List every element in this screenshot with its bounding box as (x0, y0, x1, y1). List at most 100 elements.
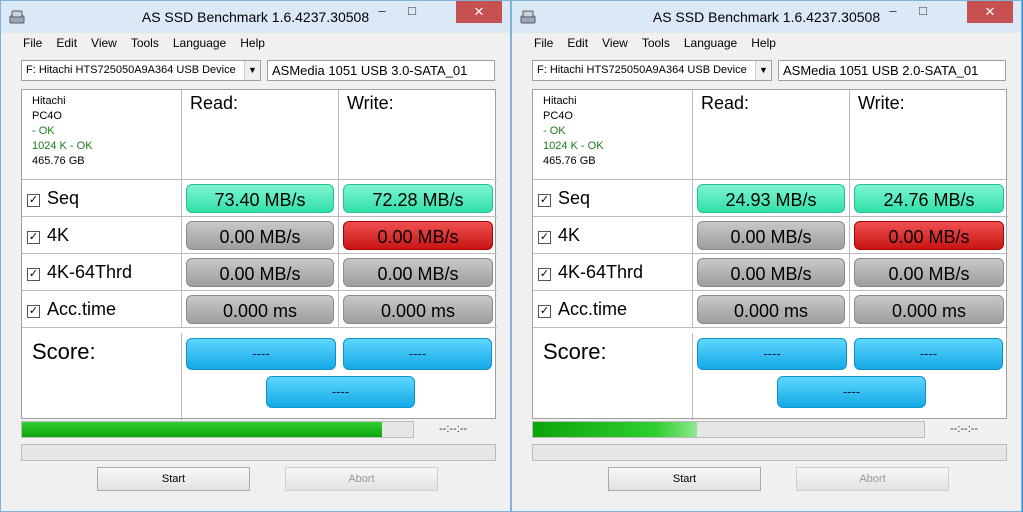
4k-write-value: 0.00 MB/s (343, 221, 493, 250)
menu-bar: File Edit View Tools Language Help (534, 36, 790, 54)
score-label: Score: (22, 333, 182, 420)
seq-write-value: 24.76 MB/s (854, 184, 1004, 213)
score-area: ---- ---- ---- (182, 333, 497, 420)
abort-button[interactable]: Abort (796, 467, 949, 491)
score-total: ---- (266, 376, 415, 408)
window-title: AS SSD Benchmark 1.6.4237.30508 (652, 9, 881, 25)
row-label-4k-64thrd[interactable]: ✓ 4K-64Thrd (22, 254, 182, 291)
title-bar[interactable]: AS SSD Benchmark 1.6.4237.30508 – □ ✕ (1, 1, 510, 33)
maximize-icon[interactable]: □ (398, 1, 426, 23)
menu-edit[interactable]: Edit (56, 36, 77, 50)
row-label-seq[interactable]: ✓ Seq (533, 180, 693, 217)
chevron-down-icon[interactable]: ▼ (244, 61, 260, 80)
results-grid: Hitachi PC4O - OK 1024 K - OK 465.76 GB … (21, 89, 497, 420)
minimize-icon[interactable]: – (368, 1, 396, 23)
checkbox-icon[interactable]: ✓ (27, 268, 40, 281)
acc-time-read-value: 0.000 ms (697, 295, 845, 324)
row-label-text: Acc.time (558, 299, 628, 319)
acc-time-read-value: 0.000 ms (186, 295, 334, 324)
time-remaining: --:--:-- (950, 423, 979, 435)
row-label-seq[interactable]: ✓ Seq (22, 180, 182, 217)
menu-language[interactable]: Language (173, 36, 226, 50)
minimize-icon[interactable]: – (879, 1, 907, 23)
menu-view[interactable]: View (91, 36, 117, 50)
driver-status: - OK (543, 125, 566, 137)
device-select-value: F: Hitachi HTS725050A9A364 USB Device (26, 64, 236, 76)
status-bar (21, 444, 496, 461)
benchmark-window-1: AS SSD Benchmark 1.6.4237.30508 – □ ✕ Fi… (0, 0, 511, 512)
drive-vendor: Hitachi (543, 95, 577, 107)
menu-file[interactable]: File (534, 36, 553, 50)
menu-bar: File Edit View Tools Language Help (23, 36, 279, 54)
menu-edit[interactable]: Edit (567, 36, 588, 50)
row-label-4k-64thrd[interactable]: ✓ 4K-64Thrd (533, 254, 693, 291)
chevron-down-icon[interactable]: ▼ (755, 61, 771, 80)
checkbox-icon[interactable]: ✓ (538, 231, 551, 244)
4k-64thrd-write-value: 0.00 MB/s (854, 258, 1004, 287)
title-bar[interactable]: AS SSD Benchmark 1.6.4237.30508 – □ ✕ (512, 1, 1021, 33)
drive-info: Hitachi PC4O - OK 1024 K - OK 465.76 GB (533, 90, 693, 180)
score-label: Score: (533, 333, 693, 420)
acc-time-write-cell: 0.000 ms (850, 291, 1008, 328)
progress-bar (532, 421, 925, 438)
checkbox-icon[interactable]: ✓ (27, 231, 40, 244)
4k-64thrd-write-cell: 0.00 MB/s (339, 254, 497, 291)
seq-write-value: 72.28 MB/s (343, 184, 493, 213)
drive-capacity: 465.76 GB (543, 155, 596, 167)
checkbox-icon[interactable]: ✓ (27, 305, 40, 318)
acc-time-read-cell: 0.000 ms (693, 291, 850, 328)
maximize-icon[interactable]: □ (909, 1, 937, 23)
4k-64thrd-read-cell: 0.00 MB/s (693, 254, 850, 291)
device-select[interactable]: F: Hitachi HTS725050A9A364 USB Device ▼ (532, 60, 772, 81)
4k-read-value: 0.00 MB/s (697, 221, 845, 250)
progress-bar (21, 421, 414, 438)
seq-read-value: 73.40 MB/s (186, 184, 334, 213)
status-bar (532, 444, 1007, 461)
checkbox-icon[interactable]: ✓ (538, 268, 551, 281)
device-select[interactable]: F: Hitachi HTS725050A9A364 USB Device ▼ (21, 60, 261, 81)
menu-view[interactable]: View (602, 36, 628, 50)
read-header: Read: (693, 90, 850, 180)
menu-help[interactable]: Help (751, 36, 776, 50)
row-label-text: Seq (558, 188, 591, 208)
acc-time-write-value: 0.000 ms (343, 295, 493, 324)
score-read: ---- (697, 338, 847, 370)
checkbox-icon[interactable]: ✓ (538, 194, 551, 207)
menu-help[interactable]: Help (240, 36, 265, 50)
checkbox-icon[interactable]: ✓ (27, 194, 40, 207)
row-label-4k[interactable]: ✓ 4K (533, 217, 693, 254)
start-button[interactable]: Start (97, 467, 250, 491)
row-label-4k[interactable]: ✓ 4K (22, 217, 182, 254)
score-area: ---- ---- ---- (693, 333, 1008, 420)
4k-64thrd-write-cell: 0.00 MB/s (850, 254, 1008, 291)
checkbox-icon[interactable]: ✓ (538, 305, 551, 318)
4k-64thrd-read-value: 0.00 MB/s (697, 258, 845, 287)
score-read: ---- (186, 338, 336, 370)
menu-tools[interactable]: Tools (131, 36, 159, 50)
4k-write-cell: 0.00 MB/s (850, 217, 1008, 254)
menu-language[interactable]: Language (684, 36, 737, 50)
time-remaining: --:--:-- (439, 423, 468, 435)
abort-button[interactable]: Abort (285, 467, 438, 491)
menu-file[interactable]: File (23, 36, 42, 50)
start-button[interactable]: Start (608, 467, 761, 491)
row-label-acc-time[interactable]: ✓ Acc.time (22, 291, 182, 328)
row-label-text: Seq (47, 188, 80, 208)
seq-write-cell: 24.76 MB/s (850, 180, 1008, 217)
seq-read-cell: 73.40 MB/s (182, 180, 339, 217)
4k-read-cell: 0.00 MB/s (693, 217, 850, 254)
row-label-acc-time[interactable]: ✓ Acc.time (533, 291, 693, 328)
controller-field: ASMedia 1051 USB 3.0-SATA_01 (267, 60, 495, 81)
menu-tools[interactable]: Tools (642, 36, 670, 50)
device-select-value: F: Hitachi HTS725050A9A364 USB Device (537, 64, 747, 76)
4k-read-value: 0.00 MB/s (186, 221, 334, 250)
driver-status: - OK (32, 125, 55, 137)
row-label-text: 4K (558, 225, 581, 245)
close-icon[interactable]: ✕ (967, 1, 1013, 23)
close-icon[interactable]: ✕ (456, 1, 502, 23)
benchmark-window-2: AS SSD Benchmark 1.6.4237.30508 – □ ✕ Fi… (511, 0, 1022, 512)
acc-time-write-value: 0.000 ms (854, 295, 1004, 324)
row-label-text: Acc.time (47, 299, 117, 319)
drive-model: PC4O (32, 110, 62, 122)
controller-field: ASMedia 1051 USB 2.0-SATA_01 (778, 60, 1006, 81)
